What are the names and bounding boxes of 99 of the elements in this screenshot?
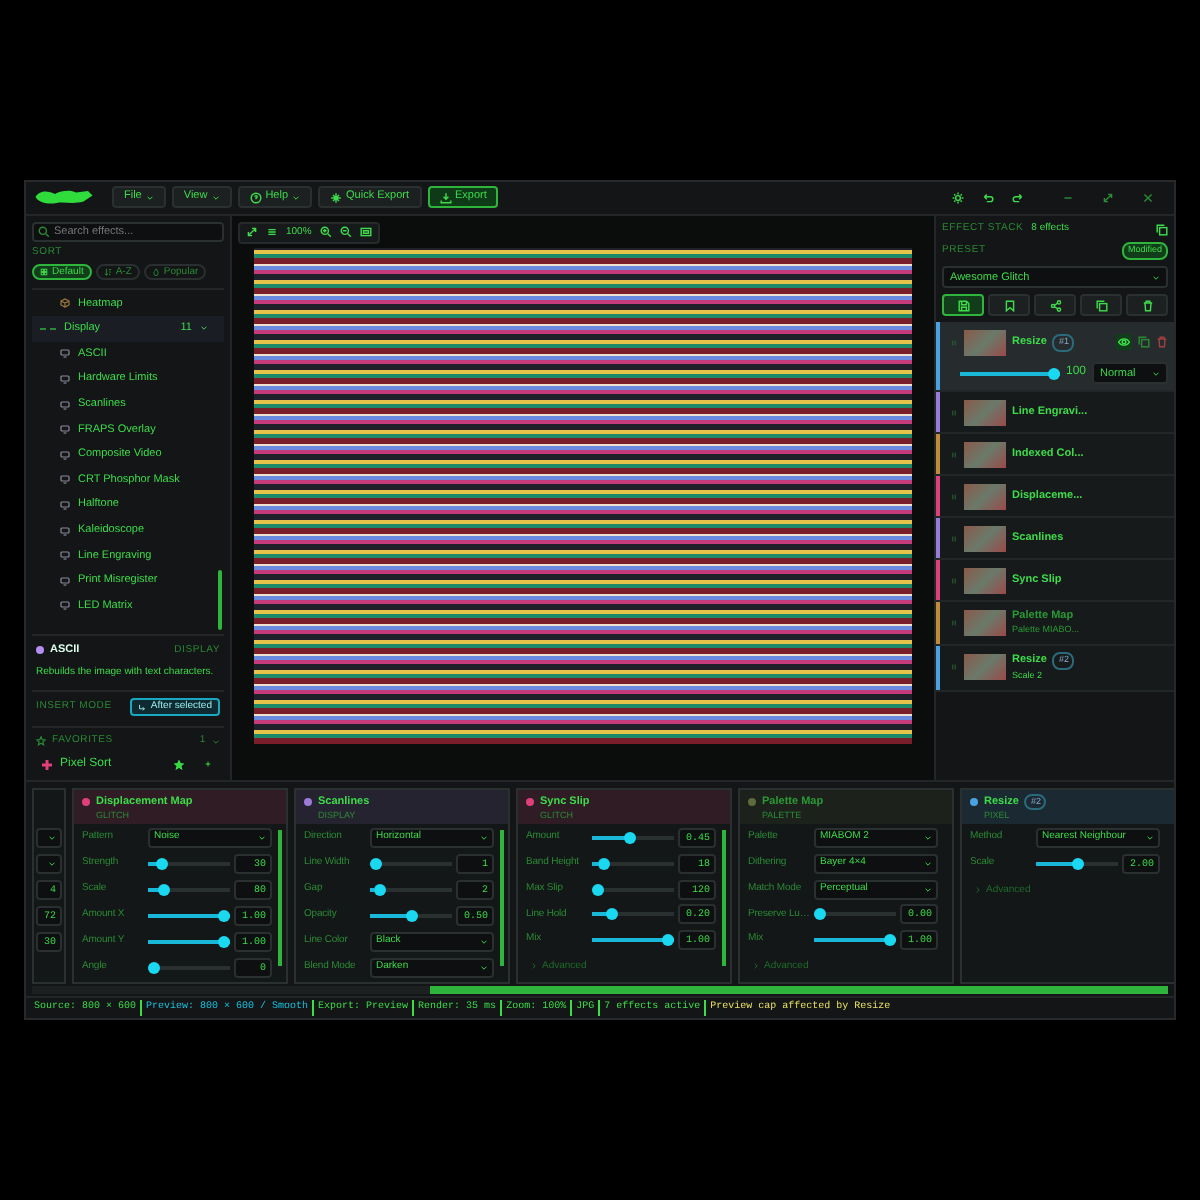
mark-button[interactable] [988, 294, 1030, 317]
search-icon [38, 225, 50, 238]
thumbnail-placeholder [964, 525, 1006, 552]
grid-icon [40, 268, 48, 277]
thumbnail-placeholder [964, 329, 1006, 356]
maximize-icon[interactable] [1102, 191, 1114, 204]
slider-thumb[interactable] [405, 910, 417, 923]
thumbnail-placeholder [964, 567, 1006, 594]
bookmark-icon [1003, 299, 1015, 312]
save-button[interactable] [942, 294, 984, 317]
sparkle-icon [330, 191, 343, 204]
star-icon [36, 736, 46, 747]
zoom-out-icon[interactable] [339, 226, 352, 239]
slider-thumb[interactable] [218, 936, 230, 949]
frame-icon[interactable] [359, 226, 372, 239]
select-field[interactable] [36, 828, 62, 849]
monitor-icon [60, 550, 70, 561]
select-field[interactable] [36, 854, 62, 875]
slider[interactable] [148, 962, 230, 975]
slider-thumb[interactable] [606, 908, 618, 921]
monitor-icon [60, 474, 70, 485]
slider[interactable] [370, 910, 452, 923]
close-icon[interactable] [1142, 191, 1154, 204]
redo-icon[interactable] [1012, 191, 1024, 204]
slider-thumb[interactable] [156, 858, 169, 871]
monitor-icon [60, 348, 70, 359]
scrollbar[interactable] [278, 829, 282, 967]
settings-icon[interactable] [952, 191, 964, 204]
star-icon[interactable] [174, 759, 184, 770]
slider-thumb[interactable] [218, 910, 230, 923]
slider-thumb[interactable] [373, 884, 386, 897]
scrollbar[interactable] [722, 829, 726, 967]
slider-thumb[interactable] [1071, 858, 1083, 871]
slider[interactable] [370, 858, 452, 871]
scrollbar[interactable] [500, 829, 504, 967]
undo-icon[interactable] [982, 191, 994, 204]
slider[interactable] [592, 857, 674, 870]
add-icon[interactable] [204, 760, 212, 769]
slider[interactable] [592, 831, 674, 844]
monitor-icon [60, 575, 70, 586]
thumbnail-placeholder [964, 610, 1006, 637]
thumbnail-placeholder [964, 399, 1006, 426]
slider-thumb[interactable] [662, 934, 674, 947]
copy-icon[interactable] [1156, 223, 1168, 236]
slider[interactable] [592, 883, 674, 896]
menu-icon[interactable] [266, 226, 278, 239]
scrollbar[interactable] [218, 570, 222, 631]
share-icon [1049, 299, 1061, 312]
slider[interactable] [148, 910, 230, 923]
monitor-icon [60, 374, 70, 384]
slider[interactable] [592, 908, 674, 921]
horizontal-scrollbar[interactable] [32, 986, 1168, 995]
slider-thumb[interactable] [597, 857, 610, 870]
logo-icon [34, 188, 94, 207]
caret-icon [145, 193, 154, 202]
slider-thumb[interactable] [623, 831, 636, 844]
minimize-icon[interactable] [1062, 191, 1074, 204]
monitor-icon [60, 499, 70, 510]
copy-icon [1095, 299, 1107, 312]
flame-icon [151, 268, 160, 277]
caret-icon [292, 193, 301, 202]
trash-button[interactable] [1126, 294, 1168, 317]
monitor-icon [60, 449, 70, 460]
sort-icon [103, 268, 112, 277]
thumbnail-placeholder [964, 483, 1006, 510]
slider-thumb[interactable] [592, 883, 604, 896]
slider[interactable] [814, 934, 896, 947]
monitor-icon [60, 600, 70, 611]
slider[interactable] [148, 936, 230, 949]
duplicate-icon[interactable] [1138, 336, 1150, 349]
thumbnail-placeholder [964, 654, 1006, 681]
monitor-icon [60, 399, 70, 410]
thumbnail-placeholder [964, 441, 1006, 468]
slider[interactable] [148, 884, 230, 897]
slider-thumb[interactable] [814, 908, 826, 921]
share-button[interactable] [1034, 294, 1076, 317]
caret-icon [211, 193, 220, 202]
slider-thumb[interactable] [158, 884, 171, 897]
slider-thumb[interactable] [884, 934, 896, 947]
monitor-icon [60, 424, 70, 435]
copy-button[interactable] [1080, 294, 1122, 317]
slider-thumb[interactable] [370, 858, 382, 871]
zoom-in-icon[interactable] [319, 226, 332, 239]
slider[interactable] [814, 908, 896, 921]
eye-icon[interactable] [1116, 334, 1132, 351]
download-icon [439, 191, 451, 204]
trash-icon [1141, 299, 1153, 312]
slider[interactable] [592, 934, 674, 947]
slider-thumb[interactable] [148, 962, 160, 975]
cube-icon [60, 298, 70, 309]
slider[interactable] [960, 367, 1060, 380]
save-icon [957, 299, 969, 312]
slider[interactable] [148, 858, 230, 871]
slider-thumb[interactable] [1047, 367, 1060, 380]
slider[interactable] [370, 884, 452, 897]
slider[interactable] [1036, 858, 1118, 871]
monitor-icon [60, 525, 70, 536]
fit-icon[interactable] [246, 226, 258, 239]
turn-arrow-icon [138, 703, 147, 712]
